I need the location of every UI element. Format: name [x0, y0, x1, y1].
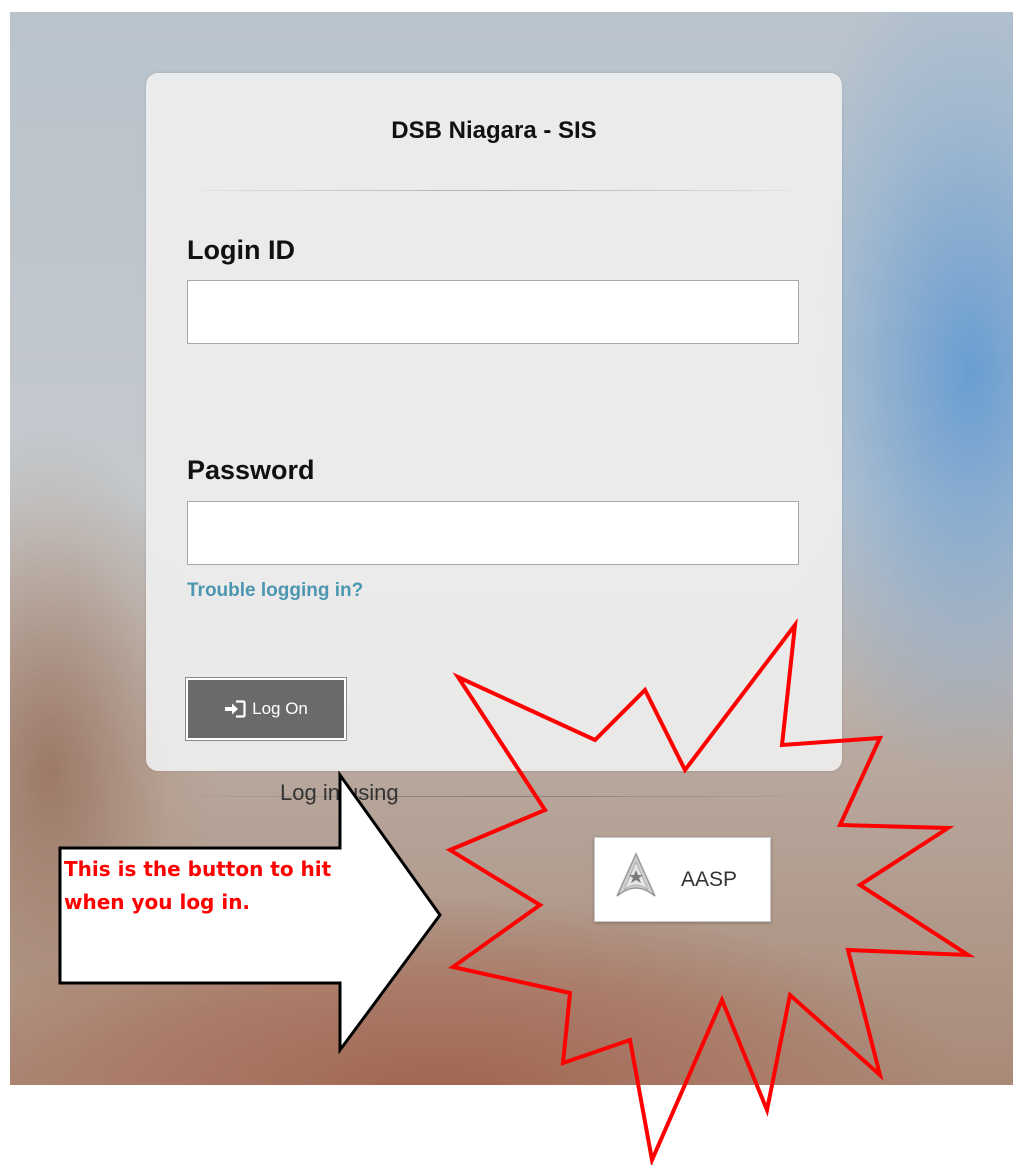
login-card: DSB Niagara - SIS Login ID Password Trou… [146, 73, 842, 797]
log-in-using-label: Log in using [280, 780, 399, 805]
password-label: Password [187, 455, 315, 485]
callout-text-line-2: when you log in. [64, 890, 251, 914]
page-title: DSB Niagara - SIS [391, 117, 597, 144]
login-id-label: Login ID [187, 235, 295, 265]
aasp-login-button[interactable]: AASP [594, 837, 771, 922]
sign-in-icon [224, 700, 246, 718]
aasp-logo-icon [613, 851, 659, 908]
password-input[interactable] [187, 501, 799, 565]
log-on-button-label: Log On [252, 699, 308, 718]
trouble-logging-in-link[interactable]: Trouble logging in? [187, 580, 363, 602]
title-divider [201, 190, 791, 191]
screenshot-background: DSB Niagara - SIS Login ID Password Trou… [10, 12, 1013, 1085]
log-on-button[interactable]: Log On [186, 678, 346, 740]
callout-text: This is the button to hit when you log i… [64, 853, 394, 919]
callout-text-line-1: This is the button to hit [64, 857, 332, 881]
login-id-input[interactable] [187, 280, 799, 344]
aasp-button-label: AASP [681, 867, 738, 891]
